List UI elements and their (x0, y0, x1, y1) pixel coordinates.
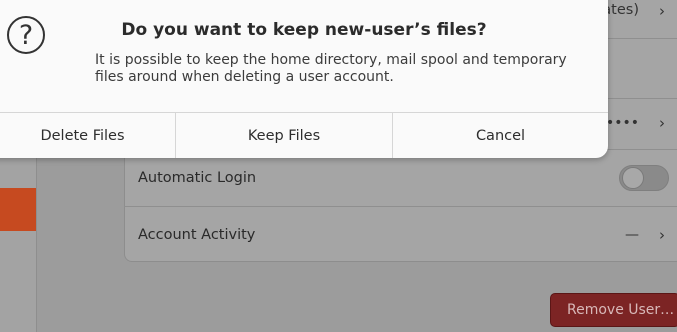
sidebar-item-selected[interactable] (0, 188, 36, 231)
account-activity-value: — (625, 226, 639, 243)
chevron-right-icon: › (659, 225, 665, 244)
keep-files-dialog: ? Do you want to keep new-user’s files? … (0, 0, 608, 158)
remove-user-button[interactable]: Remove User… (550, 293, 677, 327)
account-activity-label: Account Activity (138, 226, 256, 243)
cancel-button[interactable]: Cancel (393, 113, 608, 158)
keep-files-button[interactable]: Keep Files (176, 113, 392, 158)
automatic-login-label: Automatic Login (138, 170, 257, 186)
switch-knob (622, 167, 644, 189)
delete-files-button[interactable]: Delete Files (0, 113, 175, 158)
dialog-title: Do you want to keep new-user’s files? (121, 20, 487, 40)
automatic-login-switch[interactable] (619, 165, 669, 191)
chevron-right-icon: › (659, 2, 665, 20)
chevron-right-icon: › (659, 114, 665, 132)
automatic-login-row: Automatic Login (124, 150, 677, 206)
dialog-message: It is possible to keep the home director… (95, 52, 567, 85)
account-activity-row[interactable]: Account Activity — › (124, 207, 677, 262)
